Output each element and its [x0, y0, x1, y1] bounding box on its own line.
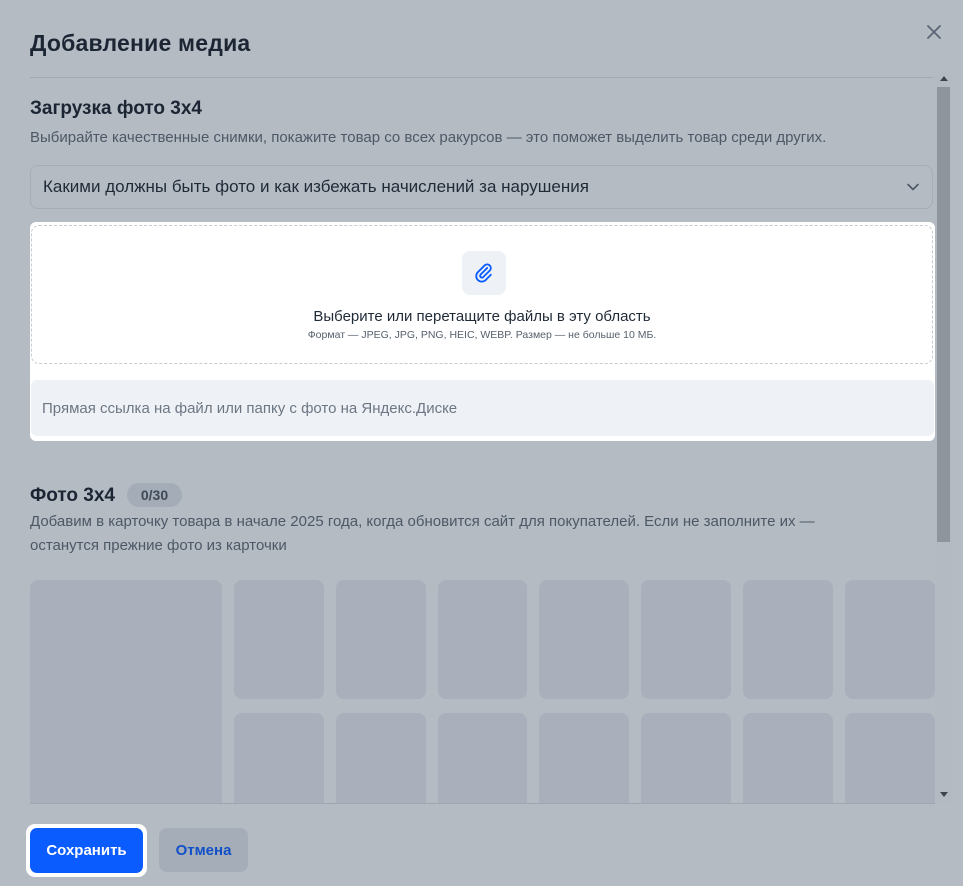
upload-panel: Выберите или перетащите файлы в эту обла… — [30, 222, 935, 441]
photos-section-description-line1: Добавим в карточку товара в начале 2025 … — [30, 513, 815, 530]
photo-slot[interactable] — [743, 713, 833, 803]
photo-slot[interactable] — [539, 713, 629, 803]
scroll-down-arrow[interactable] — [935, 787, 952, 801]
modal-scroll-content[interactable]: Загрузка фото 3х4 Выбирайте качественные… — [0, 78, 935, 803]
chevron-down-icon — [907, 183, 919, 191]
photo-rules-accordion[interactable]: Какими должны быть фото и как избежать н… — [30, 165, 933, 209]
main-photo-slot[interactable] — [30, 580, 222, 803]
photo-slot[interactable] — [438, 713, 527, 803]
photo-slot[interactable] — [234, 713, 324, 803]
photo-slot[interactable] — [641, 580, 731, 699]
photo-slot[interactable] — [845, 580, 935, 699]
photo-slot[interactable] — [845, 713, 935, 803]
dropzone-hint: Формат — JPEG, JPG, PNG, HEIC, WEBP. Раз… — [307, 329, 657, 341]
upload-section-description: Выбирайте качественные снимки, покажите … — [30, 129, 827, 146]
footer-divider — [30, 803, 935, 804]
triangle-down-icon — [939, 791, 948, 797]
accordion-label: Какими должны быть фото и как избежать н… — [43, 177, 589, 196]
scroll-up-arrow[interactable] — [935, 71, 952, 85]
yandex-disk-link-input[interactable] — [31, 380, 934, 436]
cancel-button[interactable]: Отмена — [159, 828, 248, 872]
photo-slot[interactable] — [336, 713, 426, 803]
dropzone-text: Выберите или перетащите файлы в эту обла… — [313, 308, 651, 325]
upload-section-title: Загрузка фото 3х4 — [30, 98, 203, 119]
photo-slot[interactable] — [336, 580, 426, 699]
paperclip-icon — [475, 263, 492, 283]
attach-icon-box — [462, 251, 506, 295]
save-button-label: Сохранить — [30, 828, 143, 873]
close-button[interactable] — [923, 21, 945, 43]
photos-section-description-line2: останутся прежние фото из карточки — [30, 537, 287, 554]
photo-slot[interactable] — [641, 713, 731, 803]
photo-slot[interactable] — [438, 580, 527, 699]
photo-slot[interactable] — [234, 580, 324, 699]
photo-slot[interactable] — [539, 580, 629, 699]
photo-count-badge: 0/30 — [127, 483, 182, 507]
scrollbar-thumb[interactable] — [937, 87, 950, 542]
file-dropzone[interactable]: Выберите или перетащите файлы в эту обла… — [31, 225, 933, 364]
triangle-up-icon — [939, 75, 948, 81]
save-button[interactable]: Сохранить — [26, 824, 147, 877]
photos-section-title: Фото 3х4 — [30, 485, 115, 506]
photo-slot[interactable] — [743, 580, 833, 699]
modal-title: Добавление медиа — [30, 30, 251, 56]
close-icon — [927, 25, 941, 39]
